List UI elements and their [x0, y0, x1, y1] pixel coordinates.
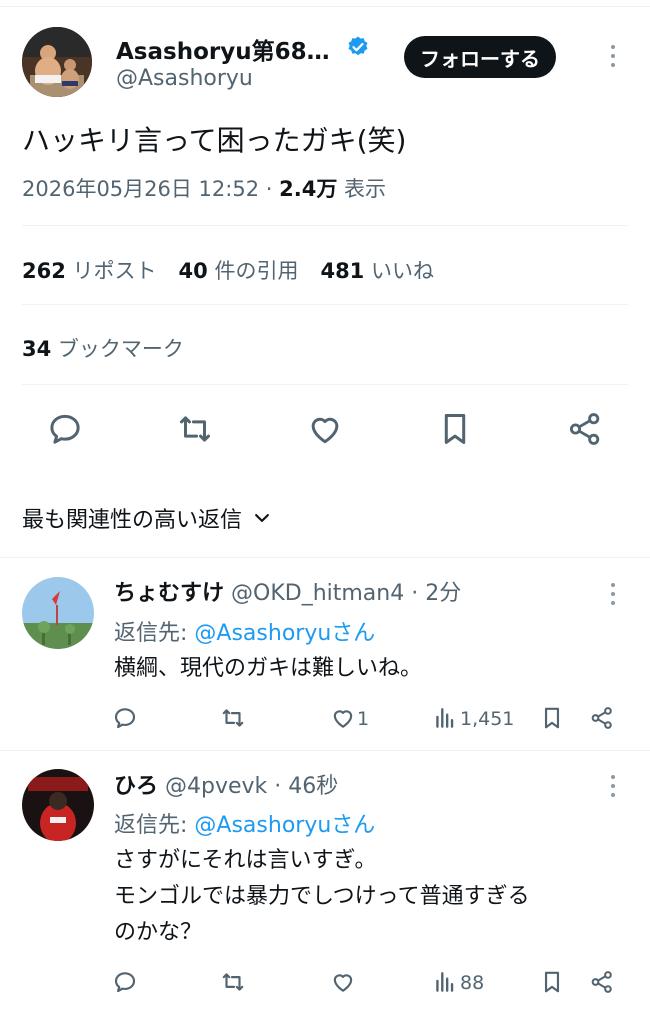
reposts-stat[interactable]: 262 リポスト: [22, 259, 157, 283]
bookmarks-count: 34: [22, 337, 52, 361]
quotes-stat[interactable]: 40 件の引用: [179, 259, 299, 283]
engagement-stats: 262 リポスト 40 件の引用 481 いいね: [22, 255, 434, 285]
reply-header: ちょむすけ @OKD_hitman4 · 2分: [114, 575, 461, 607]
reply-to-line: 返信先: @Asashoryuさん: [114, 807, 375, 839]
bookmarks-stat[interactable]: 34 ブックマーク: [22, 333, 184, 363]
reply-display-name[interactable]: ちょむすけ: [114, 581, 224, 606]
repost-icon[interactable]: [176, 410, 214, 448]
views-icon[interactable]: [432, 705, 458, 731]
likes-label: いいね: [370, 259, 434, 283]
reply-time[interactable]: · 2分: [411, 581, 461, 606]
bookmark-icon[interactable]: [539, 969, 565, 995]
reply-avatar[interactable]: [22, 769, 94, 841]
sort-label: 最も関連性の高い返信: [22, 508, 243, 533]
follow-button[interactable]: フォローする: [404, 36, 556, 78]
reposts-label: リポスト: [72, 259, 157, 283]
reply-to-prefix: 返信先:: [114, 813, 188, 838]
like-icon[interactable]: [330, 705, 356, 731]
reply-header: ひろ @4pvevk · 46秒: [114, 768, 338, 800]
reply-sort-selector[interactable]: 最も関連性の高い返信: [22, 502, 272, 534]
views-count: 2.4万: [279, 177, 338, 201]
reply-display-name[interactable]: ひろ: [114, 774, 158, 799]
likes-count: 481: [320, 259, 365, 283]
divider: [22, 384, 628, 385]
bookmark-icon[interactable]: [539, 705, 565, 731]
share-icon[interactable]: [589, 969, 615, 995]
reply-text: 横綱、現代のガキは難しいね。: [114, 651, 422, 687]
reply-avatar[interactable]: [22, 577, 94, 649]
views-label: 表示: [344, 177, 387, 201]
quotes-label: 件の引用: [214, 259, 299, 283]
tweet-timestamp[interactable]: 2026年05月26日 12:52: [22, 177, 259, 201]
meta-separator: ·: [265, 177, 273, 201]
likes-stat[interactable]: 481 いいね: [320, 259, 434, 283]
bookmarks-label: ブックマーク: [57, 337, 184, 361]
reply-text-line: モンゴルでは暴力でしつけって普通すぎる: [114, 884, 530, 909]
share-icon[interactable]: [566, 410, 604, 448]
reply-text-line: さすがにそれは言いすぎ。: [114, 848, 377, 873]
bookmark-icon[interactable]: [436, 410, 474, 448]
reply-time[interactable]: · 46秒: [274, 774, 338, 799]
like-count: 1: [357, 708, 370, 730]
more-icon[interactable]: [606, 579, 620, 609]
reply-icon[interactable]: [46, 410, 84, 448]
reposts-count: 262: [22, 259, 66, 283]
reply-text-line: 横綱、現代のガキは難しいね。: [114, 656, 423, 681]
repost-icon[interactable]: [220, 969, 246, 995]
tweet-meta: 2026年05月26日 12:52 · 2.4万 表示: [22, 173, 386, 203]
reply-text: さすがにそれは言いすぎ。 モンゴルでは暴力でしつけって普通すぎる のかな？: [114, 843, 530, 951]
reply-handle[interactable]: @4pvevk: [165, 774, 267, 799]
author-avatar[interactable]: [22, 27, 92, 97]
author-handle[interactable]: @Asashoryu: [116, 66, 253, 91]
more-icon[interactable]: [606, 771, 620, 801]
repost-icon[interactable]: [220, 705, 246, 731]
divider: [22, 225, 628, 226]
top-divider: [0, 6, 650, 7]
views-count: 1,451: [460, 708, 515, 730]
like-icon[interactable]: [306, 410, 344, 448]
author-display-name[interactable]: Asashoryu第68…: [116, 32, 330, 66]
like-icon[interactable]: [330, 969, 356, 995]
verified-badge-icon: [346, 35, 370, 59]
tweet-text: ハッキリ言って困ったガキ(笑): [22, 124, 407, 157]
chevron-down-icon: [252, 508, 272, 528]
reply-icon[interactable]: [112, 705, 138, 731]
reply-handle[interactable]: @OKD_hitman4: [231, 581, 404, 606]
reply-to-line: 返信先: @Asashoryuさん: [114, 615, 375, 647]
views-count: 88: [460, 972, 485, 994]
share-icon[interactable]: [589, 705, 615, 731]
reply-to-handle[interactable]: @Asashoryuさん: [194, 813, 375, 838]
reply-to-prefix: 返信先:: [114, 621, 188, 646]
divider: [22, 304, 628, 305]
more-icon[interactable]: [606, 41, 620, 71]
reply-to-handle[interactable]: @Asashoryuさん: [194, 621, 375, 646]
quotes-count: 40: [178, 259, 208, 283]
reply-icon[interactable]: [112, 969, 138, 995]
reply-item[interactable]: ちょむすけ @OKD_hitman4 · 2分 返信先: @Asashoryuさ…: [0, 558, 650, 750]
reply-text-line: のかな？: [114, 920, 203, 945]
views-icon[interactable]: [432, 969, 458, 995]
reply-item[interactable]: ひろ @4pvevk · 46秒 返信先: @Asashoryuさん さすがにそ…: [0, 751, 650, 1028]
